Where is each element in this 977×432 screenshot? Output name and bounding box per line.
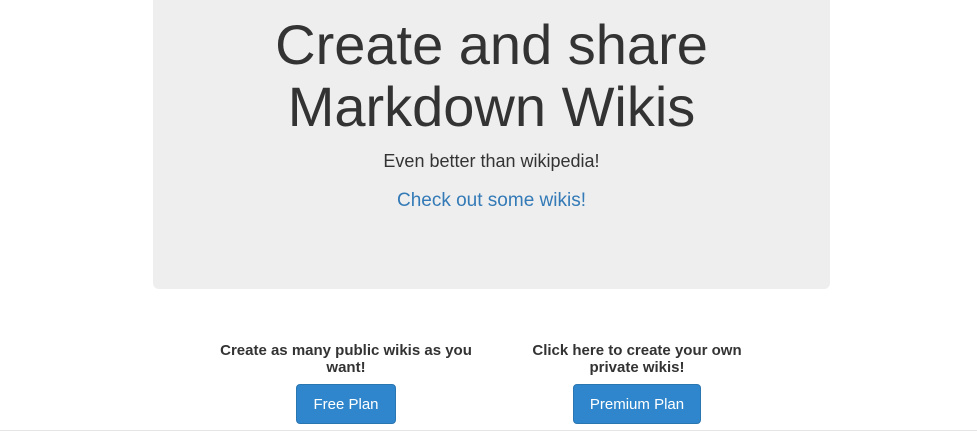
premium-plan-section: Click here to create your own private wi… — [492, 342, 782, 424]
page: Create and share Markdown Wikis Even bet… — [0, 0, 977, 432]
hero-link-container: Check out some wikis! — [153, 189, 830, 213]
bottom-divider — [0, 430, 977, 431]
hero-subtitle: Even better than wikipedia! — [383, 151, 600, 171]
check-out-wikis-link[interactable]: Check out some wikis! — [397, 190, 586, 211]
hero-title-line-2: Markdown Wikis — [287, 75, 696, 138]
hero-title-line-1: Create and share — [275, 13, 708, 76]
free-plan-button[interactable]: Free Plan — [296, 384, 396, 424]
hero-jumbotron: Create and share Markdown Wikis Even bet… — [153, 0, 830, 289]
premium-plan-button[interactable]: Premium Plan — [572, 384, 702, 424]
hero-title: Create and share Markdown Wikis — [153, 14, 830, 138]
premium-plan-description: Click here to create your own private wi… — [532, 342, 742, 376]
free-plan-section: Create as many public wikis as you want!… — [201, 342, 491, 424]
free-plan-description: Create as many public wikis as you want! — [220, 342, 472, 376]
